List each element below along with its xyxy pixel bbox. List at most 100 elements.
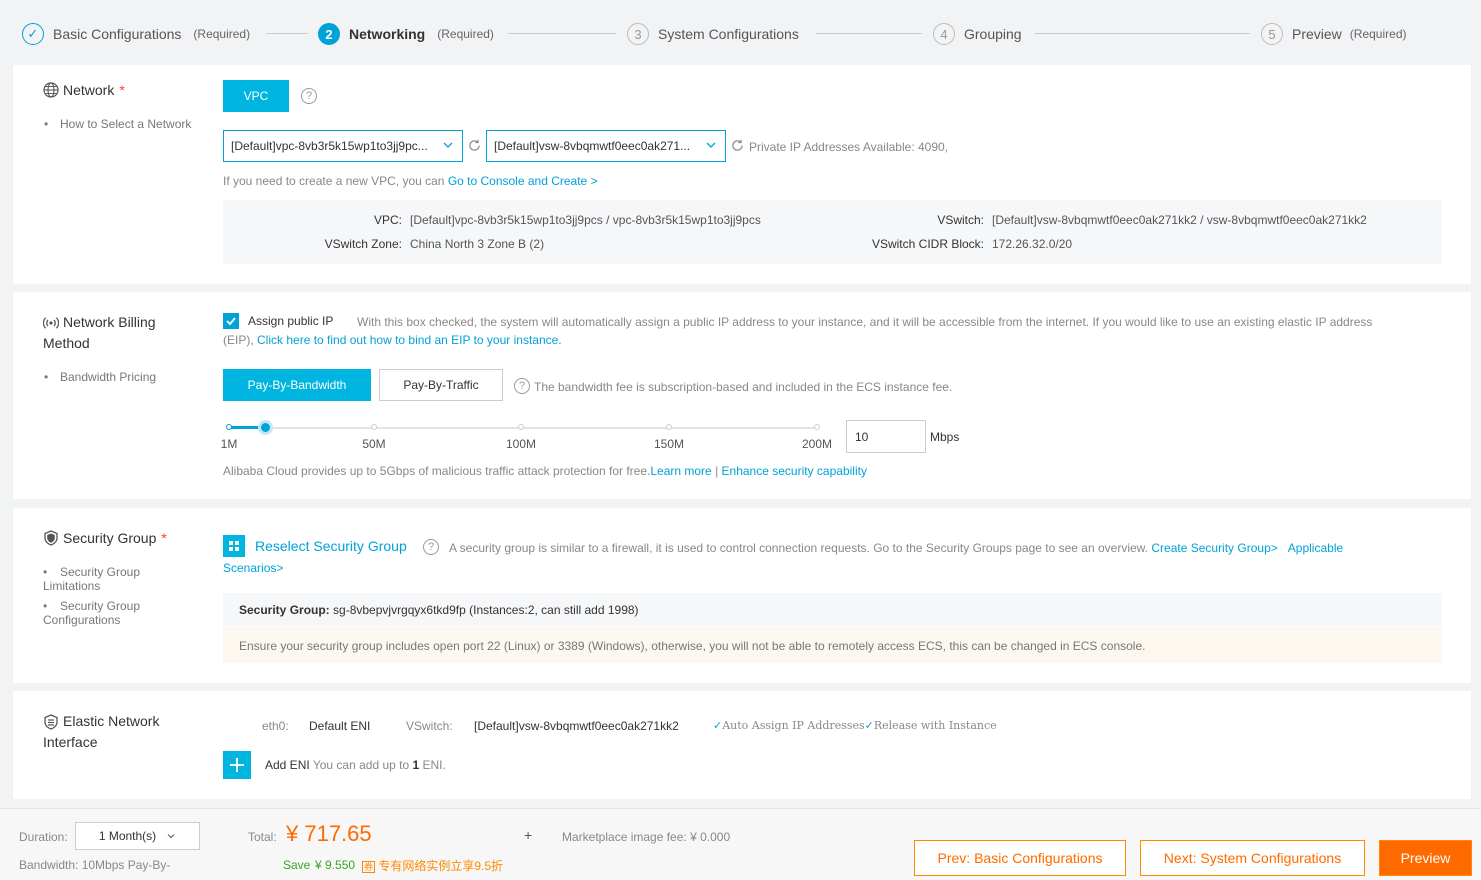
bandwidth-input[interactable] [846, 420, 926, 453]
eni-title-line2: Interface [43, 734, 98, 750]
eni-title-line1: Elastic Network [63, 713, 160, 729]
total-price: ¥ 717.65 [286, 821, 372, 846]
create-vpc-hint-text: If you need to create a new VPC, you can [223, 174, 445, 188]
info-vswitch-label: VSwitch: [937, 213, 984, 227]
pay-by-bandwidth-button[interactable]: Pay-By-Bandwidth [223, 369, 371, 401]
save-label: Save [283, 858, 311, 872]
promo-label: 专有网络实例立享9.5折 [378, 859, 504, 873]
preview-button[interactable]: Preview [1379, 840, 1472, 876]
bandwidth-fee-note: The bandwidth fee is subscription-based … [534, 380, 953, 394]
security-group-instances: (Instances:2, can still add 1998) [469, 603, 639, 617]
step-basic[interactable]: ✓ Basic Configurations (Required) [22, 20, 250, 48]
plus-sign: + [524, 827, 533, 843]
pay-by-traffic-button[interactable]: Pay-By-Traffic [379, 369, 503, 401]
eni-vswitch-label: VSwitch: [406, 719, 453, 733]
save-value: ¥ 9.550 [315, 858, 356, 872]
chevron-down-icon [706, 142, 716, 148]
step-networking[interactable]: 2 Networking (Required) [318, 20, 494, 48]
coupon-icon: 券 [362, 861, 376, 873]
slider-tick [518, 424, 524, 430]
step-system[interactable]: 3 System Configurations [627, 20, 799, 48]
required-mark: * [119, 82, 125, 98]
eni-max-count: 1 [412, 758, 420, 772]
step-grouping[interactable]: 4 Grouping [933, 20, 1022, 48]
bandwidth-slider-handle[interactable] [258, 420, 274, 435]
sg-limitations-link[interactable]: • Security Group Limitations [43, 565, 183, 593]
add-eni-text: Add ENI You can add up to 1 ENI. [265, 758, 446, 772]
create-security-group-link[interactable]: Create Security Group> [1151, 541, 1277, 555]
prev-button[interactable]: Prev: Basic Configurations [914, 840, 1126, 876]
eni-section-title: Elastic Network Interface [43, 711, 159, 753]
vpc-select-value: [Default]vpc-8vb3r5k15wp1to3jj9pc... [231, 139, 428, 153]
bandwidth-pricing-link[interactable]: • Bandwidth Pricing [44, 370, 157, 384]
eth0-label: eth0: [262, 719, 289, 733]
refresh-icon[interactable] [731, 139, 744, 152]
step-required: (Required) [437, 27, 494, 41]
bandwidth-unit: Mbps [930, 430, 960, 444]
applicable-scenarios-link[interactable]: Applicable [1288, 541, 1343, 555]
release-with-instance-option: Release with Instance [873, 719, 997, 732]
shield-icon [44, 530, 58, 546]
marketplace-fee-label: Marketplace image fee: [562, 830, 687, 844]
ddos-protection-text: Alibaba Cloud provides up to 5Gbps of ma… [223, 464, 651, 478]
add-eni-label: Add ENI [265, 758, 310, 772]
step-divider [816, 33, 922, 34]
enhance-security-link[interactable]: Enhance security capability [722, 464, 867, 478]
add-eni-button[interactable] [223, 751, 251, 779]
refresh-icon[interactable] [468, 139, 481, 152]
network-help-link[interactable]: • How to Select a Network [44, 117, 191, 131]
duration-value: 1 Month(s) [98, 829, 157, 843]
grid-icon[interactable] [223, 535, 245, 557]
info-zone-label: VSwitch Zone: [324, 237, 402, 251]
slider-tick [226, 424, 232, 430]
marketplace-fee: Marketplace image fee: ¥ 0.000 [562, 830, 730, 844]
slider-tick-label: 50M [362, 437, 386, 451]
next-button[interactable]: Next: System Configurations [1140, 840, 1365, 876]
network-section-title: Network * [43, 80, 125, 101]
required-mark: * [161, 530, 167, 546]
eni-card [13, 691, 1471, 799]
slider-tick [371, 424, 377, 430]
security-group-desc-text: A security group is similar to a firewal… [449, 541, 1149, 555]
step-number: 3 [627, 23, 649, 45]
vpc-button[interactable]: VPC [223, 80, 289, 112]
add-eni-hint: You can add up to [312, 758, 410, 772]
step-label: Networking [349, 26, 426, 42]
step-label: Grouping [964, 26, 1022, 42]
bandwidth-pricing-label: Bandwidth Pricing [60, 370, 157, 384]
ddos-protection-note: Alibaba Cloud provides up to 5Gbps of ma… [223, 464, 867, 478]
billing-title-line2: Method [43, 335, 90, 351]
duration-label: Duration: [19, 830, 68, 844]
total-label: Total: [248, 830, 277, 844]
go-to-console-link[interactable]: Go to Console and Create > [448, 174, 598, 188]
separator: | [715, 464, 719, 478]
security-group-desc: A security group is similar to a firewal… [449, 541, 1343, 555]
vpc-select[interactable]: [Default]vpc-8vb3r5k15wp1to3jj9pc... [223, 130, 463, 162]
vswitch-select-value: [Default]vsw-8vbqmwtf0eec0ak271... [494, 139, 691, 153]
step-divider [266, 33, 308, 34]
info-vpc-label: VPC: [373, 213, 402, 227]
learn-more-link[interactable]: Learn more [650, 464, 711, 478]
scenarios-link[interactable]: Scenarios> [223, 561, 283, 575]
security-warning: Ensure your security group includes open… [239, 639, 1146, 653]
vswitch-select[interactable]: [Default]vsw-8vbqmwtf0eec0ak271... [486, 130, 726, 162]
eni-vswitch-value: [Default]vsw-8vbqmwtf0eec0ak271kk2 [474, 719, 679, 733]
assign-public-ip-checkbox[interactable] [223, 313, 239, 329]
bind-eip-link[interactable]: Click here to find out how to bind an EI… [257, 333, 562, 347]
step-number: 5 [1261, 23, 1283, 45]
reselect-security-group-link[interactable]: Reselect Security Group [255, 538, 407, 554]
help-icon[interactable]: ? [301, 88, 317, 104]
step-divider [1035, 33, 1250, 34]
network-interface-icon [44, 713, 58, 730]
step-preview[interactable]: 5 Preview (Required) [1261, 20, 1407, 48]
security-section-title: Security Group * [43, 528, 167, 549]
sg-configurations-link[interactable]: • Security Group Configurations [43, 599, 183, 627]
step-required: (Required) [1349, 27, 1407, 41]
duration-select[interactable]: 1 Month(s) [75, 822, 200, 850]
sg-configurations-label: Security Group [60, 599, 141, 613]
marketplace-fee-value: ¥ 0.000 [690, 830, 731, 844]
broadcast-icon [43, 316, 59, 329]
check-icon: ✓ [713, 719, 723, 732]
assign-public-ip-desc: With this box checked, the system will a… [357, 315, 1373, 329]
security-title: Security Group [63, 530, 157, 546]
